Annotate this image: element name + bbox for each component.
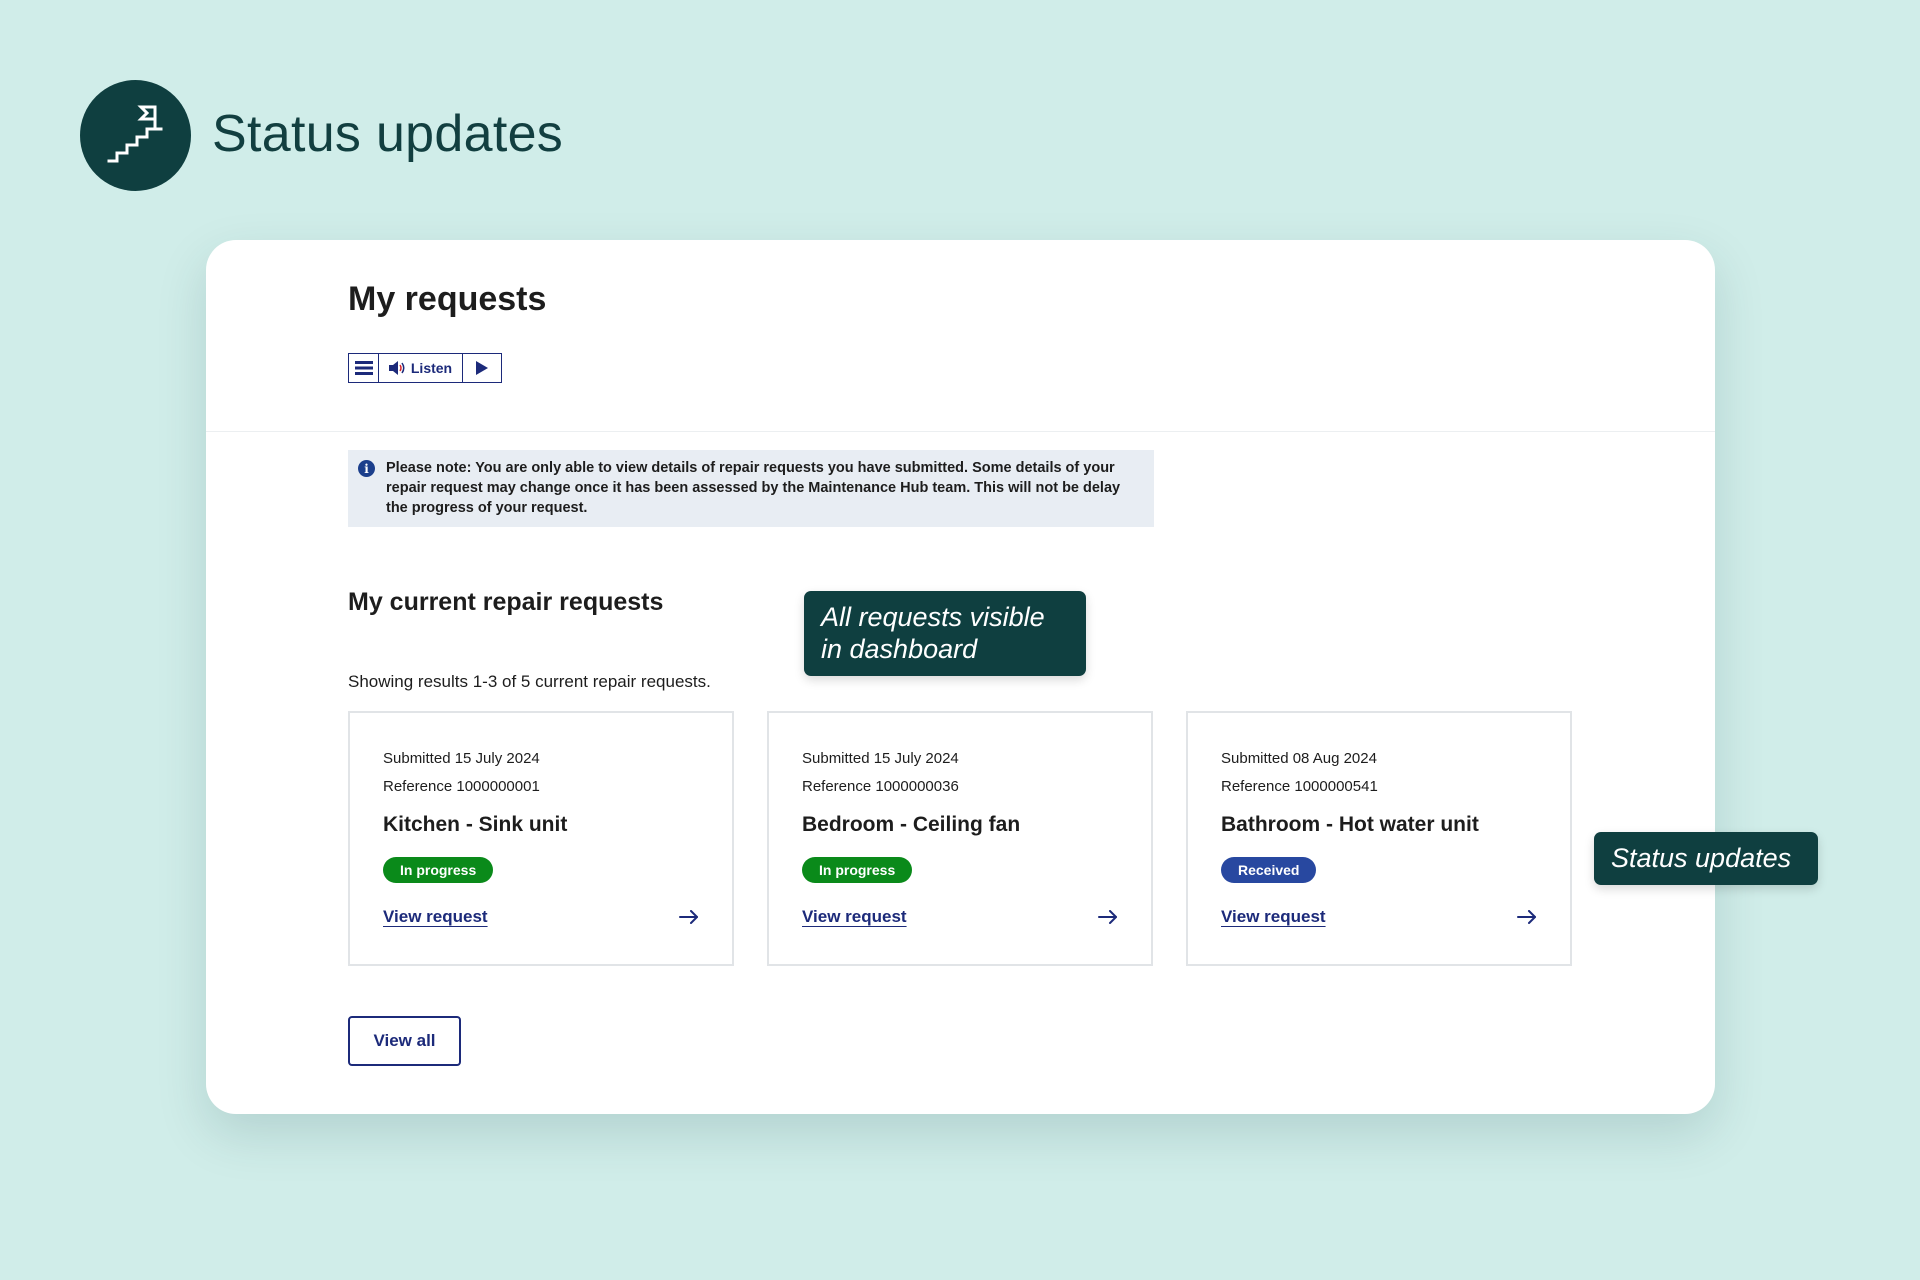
- status-badge: Received: [1221, 857, 1317, 883]
- view-request-link[interactable]: View request: [383, 907, 488, 927]
- view-request-link[interactable]: View request: [802, 907, 907, 927]
- logo: [80, 80, 191, 191]
- listen-label: Listen: [410, 360, 453, 376]
- request-card: Submitted 08 Aug 2024 Reference 10000005…: [1186, 711, 1572, 966]
- notice-text: Please note: You are only able to view d…: [386, 460, 1121, 516]
- stairs-flag-icon: [107, 105, 162, 162]
- arrow-right-icon[interactable]: [679, 910, 699, 924]
- hero-title: Status updates: [212, 105, 564, 163]
- view-all-button[interactable]: View all: [348, 1016, 461, 1066]
- submitted-date: Submitted 15 July 2024: [383, 750, 540, 767]
- section-title: My current repair requests: [348, 588, 664, 616]
- reference-number: Reference 1000000541: [1221, 778, 1378, 795]
- info-notice: i Please note: You are only able to view…: [348, 450, 1154, 527]
- request-name: Bedroom - Ceiling fan: [802, 813, 1021, 836]
- request-card: Submitted 15 July 2024 Reference 1000000…: [767, 711, 1153, 966]
- page-title: My requests: [348, 280, 547, 318]
- reference-number: Reference 1000000001: [383, 778, 540, 795]
- request-name: Bathroom - Hot water unit: [1221, 813, 1479, 836]
- listen-menu-button[interactable]: [349, 354, 379, 382]
- submitted-date: Submitted 15 July 2024: [802, 750, 959, 767]
- results-count: Showing results 1-3 of 5 current repair …: [348, 672, 711, 691]
- header-divider: [206, 431, 1715, 432]
- arrow-right-icon[interactable]: [1517, 910, 1537, 924]
- submitted-date: Submitted 08 Aug 2024: [1221, 750, 1377, 767]
- info-icon: i: [358, 460, 375, 477]
- my-requests-panel: My requests Listen i Please note: You ar…: [206, 240, 1715, 1114]
- speaker-icon: [388, 361, 405, 375]
- status-badge: In progress: [383, 857, 494, 883]
- reference-number: Reference 1000000036: [802, 778, 959, 795]
- request-name: Kitchen - Sink unit: [383, 813, 568, 836]
- listen-button[interactable]: Listen: [379, 354, 463, 382]
- menu-icon: [354, 361, 373, 375]
- status-callout: Status updates: [1594, 832, 1818, 885]
- play-icon: [476, 361, 488, 375]
- listen-toolbar: Listen: [348, 353, 502, 383]
- status-badge: In progress: [802, 857, 913, 883]
- dashboard-callout: All requests visible in dashboard: [804, 591, 1086, 676]
- arrow-right-icon[interactable]: [1098, 910, 1118, 924]
- request-card: Submitted 15 July 2024 Reference 1000000…: [348, 711, 734, 966]
- view-request-link[interactable]: View request: [1221, 907, 1326, 927]
- play-button[interactable]: [463, 354, 501, 382]
